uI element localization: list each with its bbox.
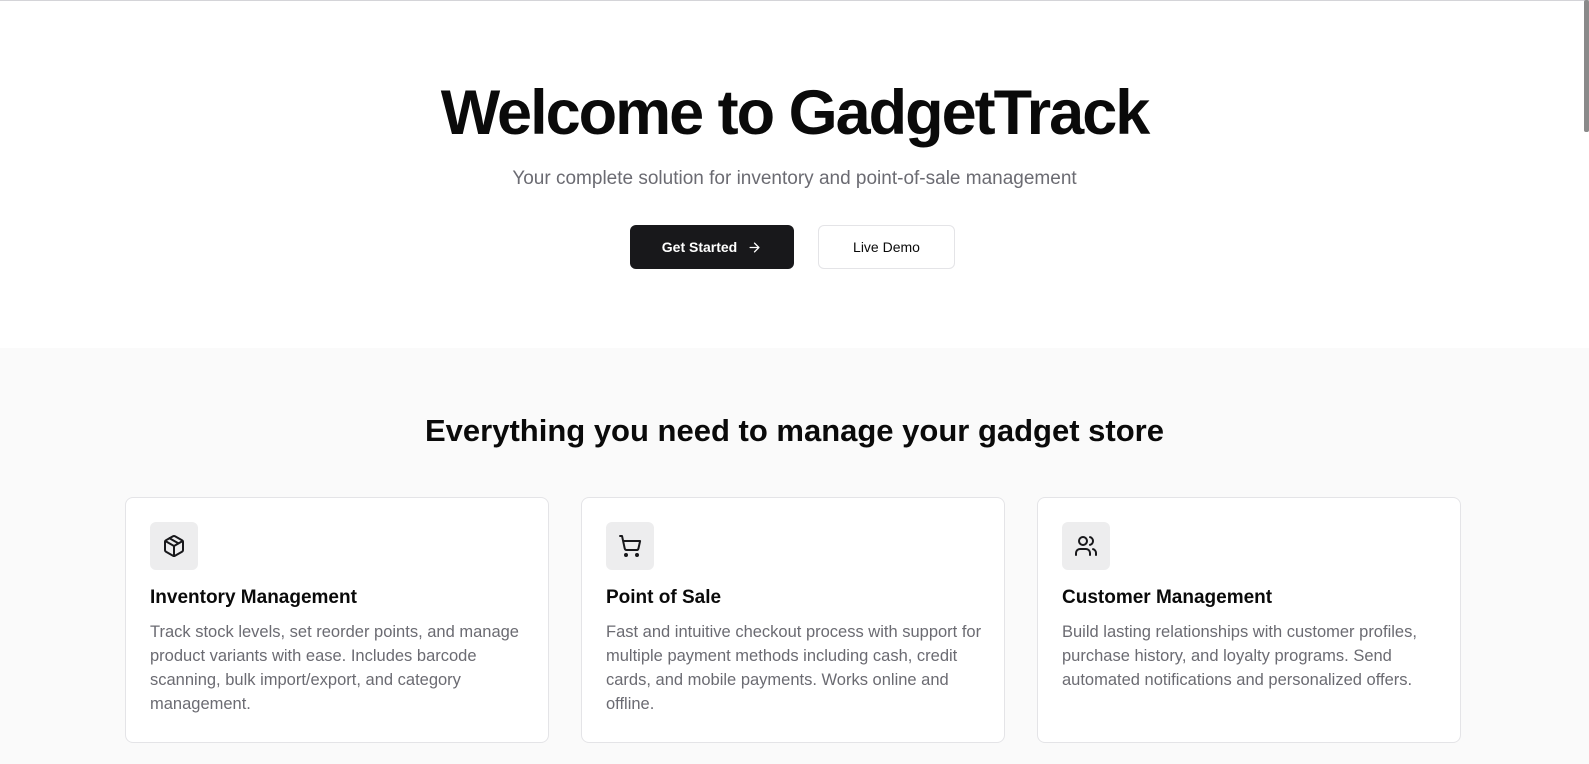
arrow-right-icon bbox=[747, 240, 762, 255]
feature-card-title: Customer Management bbox=[1062, 587, 1273, 608]
feature-card-title: Inventory Management bbox=[150, 587, 357, 608]
feature-card-description: Fast and intuitive checkout process with… bbox=[606, 623, 982, 713]
live-demo-button[interactable]: Live Demo bbox=[818, 225, 955, 269]
feature-card-description: Track stock levels, set reorder points, … bbox=[150, 623, 519, 713]
hero-subtitle: Your complete solution for inventory and… bbox=[512, 168, 1077, 189]
feature-card-description: Build lasting relationships with custome… bbox=[1062, 623, 1417, 689]
feature-card-inventory: Inventory Management Track stock levels,… bbox=[125, 497, 549, 743]
hero-title: Welcome to GadgetTrack bbox=[440, 78, 1151, 148]
scrollbar-thumb[interactable] bbox=[1584, 0, 1589, 132]
get-started-label: Get Started bbox=[661, 239, 738, 255]
live-demo-label: Live Demo bbox=[853, 239, 920, 255]
feature-card-title: Point of Sale bbox=[606, 587, 722, 608]
package-icon bbox=[150, 522, 198, 570]
feature-card-pos: Point of Sale Fast and intuitive checkou… bbox=[581, 497, 1005, 743]
users-icon bbox=[1062, 522, 1110, 570]
hero-section: Welcome to GadgetTrack Your complete sol… bbox=[0, 1, 1589, 348]
shopping-cart-icon bbox=[606, 522, 654, 570]
feature-card-customers: Customer Management Build lasting relati… bbox=[1037, 497, 1461, 743]
get-started-button[interactable]: Get Started bbox=[630, 225, 794, 269]
features-title: Everything you need to manage your gadge… bbox=[425, 413, 1164, 448]
